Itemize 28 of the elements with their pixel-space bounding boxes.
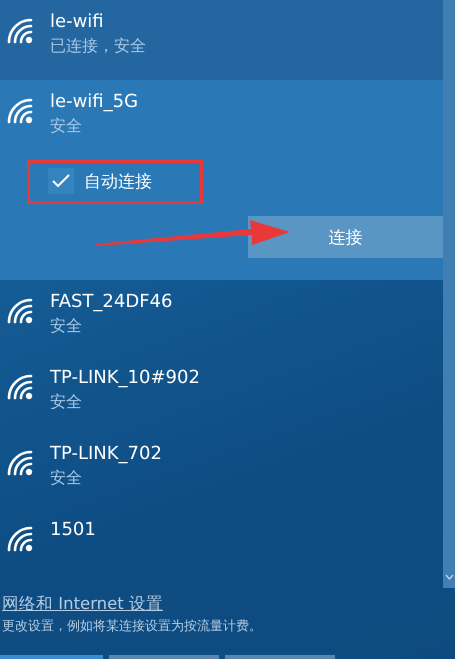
network-status: 安全 [50,467,83,489]
settings-link[interactable]: 网络和 Internet 设置 [2,592,164,616]
network-name: 1501 [50,518,96,542]
quick-action-tile[interactable] [109,655,219,659]
network-item[interactable]: FAST_24DF46 安全 [0,280,443,356]
network-status: 安全 [50,315,83,337]
network-name: le-wifi_5G [50,90,138,114]
network-item[interactable]: le-wifi_5G 安全 自动连接 连接 [0,80,443,280]
network-name: FAST_24DF46 [50,290,172,314]
chevron-down-icon[interactable] [444,574,454,580]
network-item[interactable]: 1501 [0,508,443,584]
network-item[interactable]: le-wifi 已连接，安全 [0,0,443,80]
settings-description: 更改设置，例如将某连接设置为按流量计费。 [2,618,263,636]
network-item[interactable]: TP-LINK_10#902 安全 [0,356,443,432]
scrollbar[interactable] [443,0,455,588]
network-status: 已连接，安全 [50,35,146,57]
network-name: le-wifi [50,10,105,34]
network-status: 安全 [50,391,83,413]
network-name: TP-LINK_10#902 [50,366,200,390]
quick-action-tile[interactable] [225,655,335,659]
check-icon [51,173,71,189]
network-status: 安全 [50,115,83,137]
quick-action-tile[interactable] [0,655,103,659]
network-name: TP-LINK_702 [50,442,162,466]
checkbox-label[interactable]: 自动连接 [84,170,152,192]
connect-button[interactable]: 连接 [248,216,443,258]
checkbox[interactable] [48,168,74,194]
network-item[interactable]: TP-LINK_702 安全 [0,432,443,508]
